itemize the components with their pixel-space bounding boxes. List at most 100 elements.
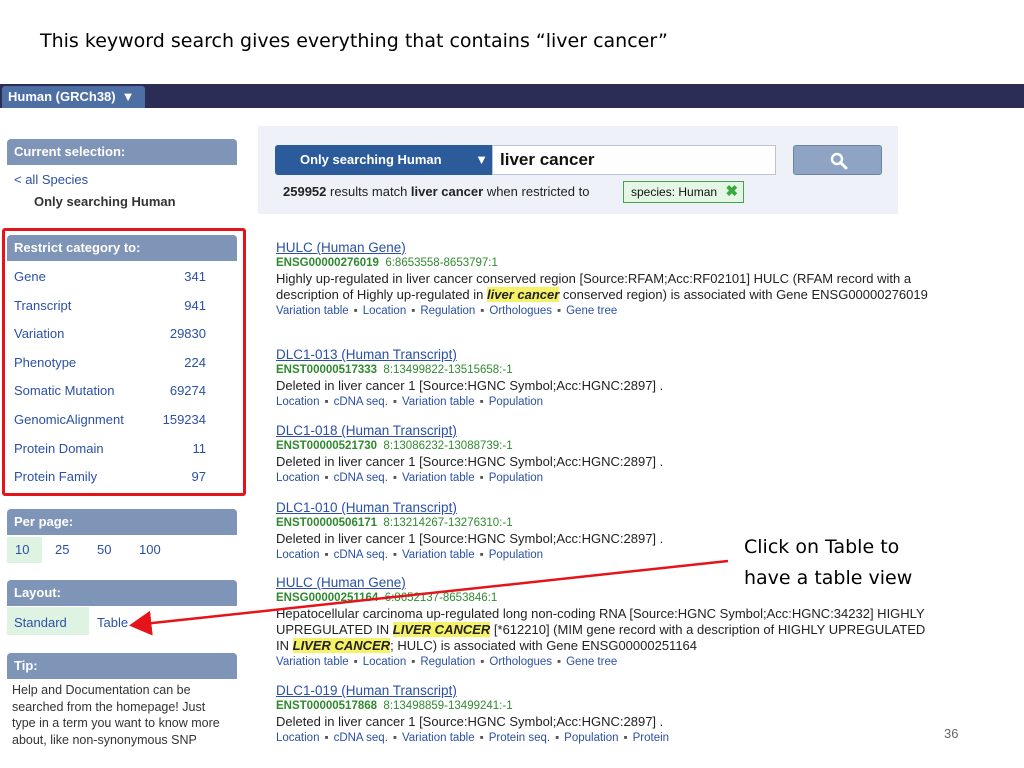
result-count-number: 259952	[283, 184, 327, 199]
search-scope-label: Only searching Human	[300, 152, 442, 167]
per-page-option-25[interactable]: 25	[55, 542, 69, 557]
result-link[interactable]: Population	[489, 549, 543, 561]
result-link[interactable]: Location	[276, 732, 319, 744]
search-scope-dropdown[interactable]: Only searching Human ▼	[275, 145, 493, 175]
result-location: 8:13498859-13499241:-1	[383, 700, 513, 712]
result-link[interactable]: Population	[489, 472, 543, 484]
search-input[interactable]: liver cancer	[492, 145, 776, 175]
layout-standard-option[interactable]: Standard	[14, 615, 67, 630]
slide-title: This keyword search gives everything tha…	[40, 30, 668, 52]
result-link[interactable]: Variation table	[276, 305, 349, 317]
separator-icon: ▪	[392, 549, 397, 561]
result-link[interactable]: Population	[489, 396, 543, 408]
result-link[interactable]: Location	[276, 396, 319, 408]
result-link[interactable]: Protein	[633, 732, 669, 744]
result-link[interactable]: Variation table	[402, 396, 475, 408]
result-link[interactable]: Population	[564, 732, 618, 744]
result-title-link[interactable]: HULC (Human Gene)	[276, 240, 936, 256]
separator-icon: ▪	[324, 549, 329, 561]
result-location: 8:13214267-13276310:-1	[383, 517, 513, 529]
result-stable-id: ENST00000517868	[276, 700, 378, 712]
result-location: 8:13086232-13088739:-1	[383, 440, 513, 452]
search-term-highlight: liver cancer	[487, 287, 560, 302]
per-page-option-10[interactable]: 10	[15, 542, 29, 557]
result-link[interactable]: Variation table	[402, 549, 475, 561]
separator-icon: ▪	[392, 396, 397, 408]
species-selector-tab[interactable]: Human (GRCh38) ▼	[2, 86, 145, 108]
separator-icon: ▪	[411, 305, 416, 317]
separator-icon: ▪	[555, 732, 560, 744]
result-link[interactable]: cDNA seq.	[334, 472, 388, 484]
result-link[interactable]: Variation table	[402, 732, 475, 744]
layout-table-option[interactable]: Table	[97, 615, 128, 630]
separator-icon: ▪	[392, 732, 397, 744]
result-link[interactable]: Variation table	[402, 472, 475, 484]
remove-filter-icon[interactable]: ✖	[725, 182, 738, 202]
separator-icon: ▪	[479, 549, 484, 561]
result-count-text: 259952 results match liver cancer when r…	[283, 184, 590, 199]
result-title-link[interactable]: DLC1-013 (Human Transcript)	[276, 347, 936, 363]
result-links: Location ▪ cDNA seq. ▪ Variation table ▪ Prote…	[276, 730, 936, 746]
result-link[interactable]: Protein seq.	[489, 732, 550, 744]
result-link[interactable]: cDNA seq.	[334, 549, 388, 561]
tip-text: Help and Documentation can be searched f…	[12, 683, 220, 747]
separator-icon: ▪	[480, 305, 485, 317]
result-description: Deleted in liver cancer 1 [Source:HGNC S…	[276, 378, 664, 393]
separator-icon: ▪	[353, 305, 358, 317]
species-tab-label: Human (GRCh38)	[8, 89, 116, 104]
result-links: Variation table ▪ Location ▪ Regulation ▪ Orth…	[276, 654, 936, 670]
per-page-option-50[interactable]: 50	[97, 542, 111, 557]
result-link[interactable]: Gene tree	[566, 656, 617, 668]
search-result: DLC1-018 (Human Transcript) ENST000005217…	[276, 423, 936, 486]
annotation-highlight-box	[2, 228, 246, 496]
search-result: DLC1-013 (Human Transcript) ENST000005173…	[276, 347, 936, 410]
result-location: 8:13499822-13515658:-1	[383, 364, 513, 376]
result-stable-id: ENSG00000276019	[276, 257, 379, 269]
result-stable-id: ENST00000521730	[276, 440, 378, 452]
search-button[interactable]	[793, 145, 882, 175]
result-stable-id: ENSG00000251164	[276, 592, 379, 604]
result-id-line: ENST00000506171 8:13214267-13276310:-1	[276, 516, 936, 531]
top-navbar: Human (GRCh38) ▼	[0, 84, 1024, 108]
result-description: Deleted in liver cancer 1 [Source:HGNC S…	[276, 714, 664, 729]
result-links: Location ▪ cDNA seq. ▪ Variation table ▪ Popul…	[276, 394, 936, 410]
result-location: 6:8652137-8653846:1	[384, 592, 498, 604]
result-links: Variation table ▪ Location ▪ Regulation ▪ Orth…	[276, 303, 936, 319]
current-selection-header: Current selection:	[7, 139, 237, 165]
result-title-link[interactable]: DLC1-019 (Human Transcript)	[276, 683, 936, 699]
result-link[interactable]: Variation table	[276, 656, 349, 668]
result-link[interactable]: Regulation	[420, 305, 475, 317]
result-description: Hepatocellular carcinoma up-regulated lo…	[276, 606, 926, 653]
result-links: Location ▪ cDNA seq. ▪ Variation table ▪ Popul…	[276, 470, 936, 486]
search-term-highlight: LIVER CANCER	[392, 622, 491, 637]
result-id-line: ENSG00000276019 6:8653558-8653797:1	[276, 256, 936, 271]
result-link[interactable]: Location	[276, 472, 319, 484]
separator-icon: ▪	[557, 656, 562, 668]
per-page-option-100[interactable]: 100	[139, 542, 161, 557]
result-id-line: ENST00000517868 8:13498859-13499241:-1	[276, 699, 936, 714]
result-title-link[interactable]: DLC1-010 (Human Transcript)	[276, 500, 936, 516]
result-id-line: ENST00000517333 8:13499822-13515658:-1	[276, 363, 936, 378]
result-link[interactable]: Location	[363, 656, 406, 668]
separator-icon: ▪	[479, 472, 484, 484]
result-link[interactable]: Gene tree	[566, 305, 617, 317]
result-link[interactable]: Location	[276, 549, 319, 561]
result-link[interactable]: Orthologues	[489, 305, 552, 317]
result-count-term: liver cancer	[410, 184, 484, 199]
all-species-link[interactable]: < all Species	[14, 172, 88, 187]
result-description: Highly up-regulated in liver cancer cons…	[276, 271, 928, 302]
separator-icon: ▪	[324, 396, 329, 408]
result-stable-id: ENST00000517333	[276, 364, 378, 376]
result-title-link[interactable]: DLC1-018 (Human Transcript)	[276, 423, 936, 439]
current-species-label: Only searching Human	[34, 194, 176, 209]
result-location: 6:8653558-8653797:1	[385, 257, 498, 269]
page-number: 36	[944, 726, 959, 741]
separator-icon: ▪	[353, 656, 358, 668]
caret-down-icon: ▼	[475, 152, 488, 167]
result-link[interactable]: cDNA seq.	[334, 396, 388, 408]
result-link[interactable]: cDNA seq.	[334, 732, 388, 744]
per-page-header: Per page:	[7, 509, 237, 535]
result-link[interactable]: Regulation	[420, 656, 475, 668]
result-link[interactable]: Location	[363, 305, 406, 317]
result-link[interactable]: Orthologues	[489, 656, 552, 668]
